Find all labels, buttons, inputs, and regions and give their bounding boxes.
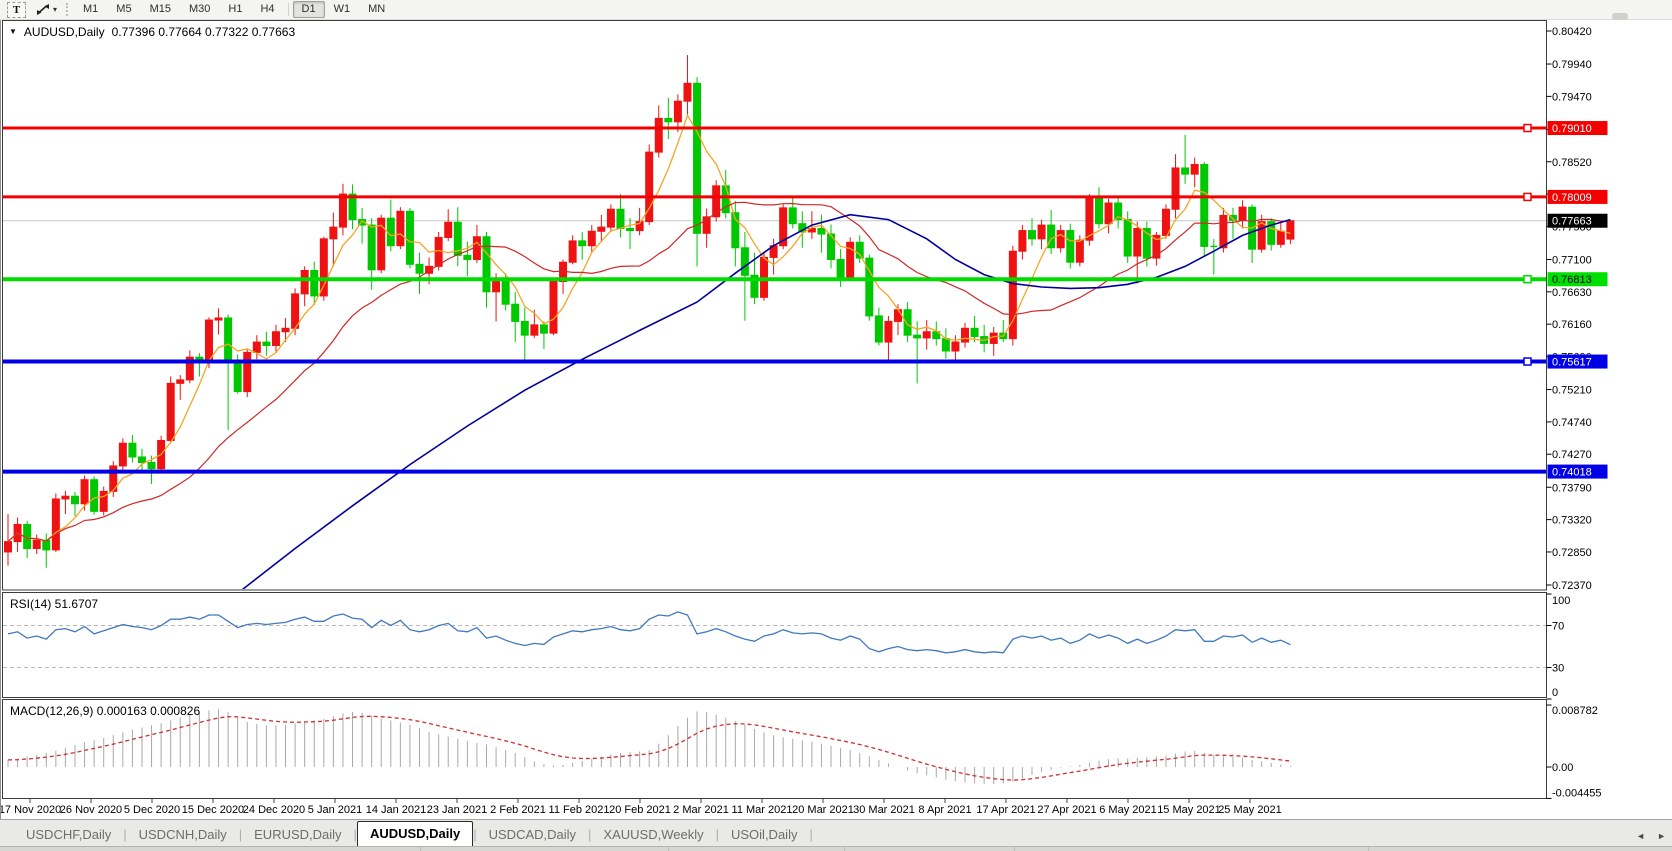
price-line-handle[interactable] bbox=[1523, 192, 1532, 202]
svg-text:20 Feb 2021: 20 Feb 2021 bbox=[609, 804, 671, 816]
svg-text:11 Mar 2021: 11 Mar 2021 bbox=[732, 804, 793, 816]
tab-usdcnh[interactable]: USDCNH,Daily bbox=[127, 823, 239, 847]
timeframe-button-group: M1 M5 M15 M30 H1 H4 D1 W1 MN bbox=[74, 1, 394, 18]
svg-text:0.76160: 0.76160 bbox=[1552, 319, 1592, 331]
chevron-down-icon: ▾ bbox=[53, 5, 58, 14]
timeframe-button-m15[interactable]: M15 bbox=[141, 1, 180, 18]
svg-text:0.73790: 0.73790 bbox=[1552, 482, 1592, 494]
svg-text:15 Dec 2020: 15 Dec 2020 bbox=[182, 804, 244, 816]
chart-title-ohlc: 0.77396 0.77664 0.77322 0.77663 bbox=[111, 25, 296, 39]
svg-text:0.74740: 0.74740 bbox=[1552, 417, 1592, 429]
symbol-tabs: USDCHF,Daily | USDCNH,Daily | EURUSD,Daily | A… bbox=[14, 821, 813, 848]
svg-text:26 Nov 2020: 26 Nov 2020 bbox=[60, 804, 122, 816]
svg-text:20 Mar 2021: 20 Mar 2021 bbox=[792, 804, 854, 816]
svg-text:0.73320: 0.73320 bbox=[1552, 515, 1592, 527]
svg-text:0.79940: 0.79940 bbox=[1552, 59, 1592, 71]
svg-text:11 Feb 2021: 11 Feb 2021 bbox=[549, 804, 610, 816]
svg-text:24 Dec 2020: 24 Dec 2020 bbox=[243, 804, 305, 816]
timeframe-button-m5[interactable]: M5 bbox=[107, 1, 140, 18]
svg-text:0: 0 bbox=[1552, 687, 1558, 699]
price-line-handle[interactable] bbox=[1523, 357, 1532, 366]
timeframe-button-m1[interactable]: M1 bbox=[74, 1, 107, 18]
svg-text:70: 70 bbox=[1552, 621, 1564, 633]
arrange-windows-button[interactable]: ▾ bbox=[36, 3, 57, 16]
chart-title-symbol: AUDUSD,Daily bbox=[23, 25, 105, 39]
svg-text:17 Nov 2020: 17 Nov 2020 bbox=[0, 804, 61, 816]
text-tool-button[interactable]: T bbox=[7, 1, 26, 18]
svg-text:0.75210: 0.75210 bbox=[1552, 385, 1592, 397]
tab-usoil[interactable]: USOil,Daily bbox=[719, 823, 809, 847]
svg-text:5 Jan 2021: 5 Jan 2021 bbox=[308, 804, 362, 816]
svg-text:23 Jan 2021: 23 Jan 2021 bbox=[427, 804, 488, 816]
svg-text:30: 30 bbox=[1552, 663, 1564, 675]
tab-usdchf[interactable]: USDCHF,Daily bbox=[14, 823, 123, 847]
svg-text:25 May 2021: 25 May 2021 bbox=[1218, 804, 1282, 816]
svg-text:0.77663: 0.77663 bbox=[1552, 216, 1592, 228]
svg-text:0.74018: 0.74018 bbox=[1552, 467, 1592, 479]
svg-text:-0.004455: -0.004455 bbox=[1552, 787, 1602, 799]
svg-text:0.79010: 0.79010 bbox=[1552, 123, 1592, 135]
timeframe-button-mn[interactable]: MN bbox=[359, 1, 394, 18]
svg-text:2 Mar 2021: 2 Mar 2021 bbox=[673, 804, 729, 816]
svg-text:0.75617: 0.75617 bbox=[1552, 357, 1592, 369]
svg-text:0.76630: 0.76630 bbox=[1552, 287, 1592, 299]
chart-canvas[interactable]: 0.804200.799400.794700.789900.785200.780… bbox=[0, 0, 1672, 819]
pane-frames bbox=[2, 20, 1547, 799]
tab-xauusd[interactable]: XAUUSD,Weekly bbox=[591, 823, 715, 847]
collapse-triangle-icon[interactable]: ▼ bbox=[9, 27, 17, 36]
chart-title: ▼ AUDUSD,Daily 0.77396 0.77664 0.77322 0… bbox=[9, 25, 295, 39]
svg-text:30 Mar 2021: 30 Mar 2021 bbox=[853, 804, 915, 816]
svg-text:0.72370: 0.72370 bbox=[1552, 580, 1592, 592]
svg-text:100: 100 bbox=[1552, 595, 1570, 607]
timeframe-button-d1[interactable]: D1 bbox=[292, 1, 325, 18]
svg-text:0.80420: 0.80420 bbox=[1552, 26, 1592, 38]
svg-text:0.78520: 0.78520 bbox=[1552, 157, 1592, 169]
svg-text:0.00: 0.00 bbox=[1552, 762, 1573, 774]
svg-text:6 May 2021: 6 May 2021 bbox=[1099, 804, 1156, 816]
svg-text:15 May 2021: 15 May 2021 bbox=[1157, 804, 1221, 816]
window-left-border bbox=[0, 19, 1, 846]
svg-text:17 Apr 2021: 17 Apr 2021 bbox=[976, 804, 1035, 816]
arrange-icon bbox=[37, 4, 49, 15]
price-axis[interactable]: 0.804200.799400.794700.789900.785200.780… bbox=[1546, 26, 1608, 592]
date-axis[interactable]: 17 Nov 202026 Nov 2020 5 Dec 2020 15 Dec 2… bbox=[0, 799, 1282, 816]
svg-text:14 Jan 2021: 14 Jan 2021 bbox=[366, 804, 427, 816]
toolbar-grip bbox=[66, 3, 69, 16]
rsi-indicator-label: RSI(14) 51.6707 bbox=[10, 597, 99, 611]
svg-text:0.77100: 0.77100 bbox=[1552, 254, 1592, 266]
tab-separator: | bbox=[809, 827, 813, 842]
tab-usdcad[interactable]: USDCAD,Daily bbox=[477, 823, 588, 847]
svg-text:0.74270: 0.74270 bbox=[1552, 449, 1592, 461]
price-line-handle[interactable] bbox=[1523, 123, 1532, 133]
macd-indicator-label: MACD(12,26,9) 0.000163 0.000826 bbox=[10, 704, 201, 718]
svg-text:8 Apr 2021: 8 Apr 2021 bbox=[918, 804, 971, 816]
timeframe-button-m30[interactable]: M30 bbox=[180, 1, 219, 18]
svg-text:5 Dec 2020: 5 Dec 2020 bbox=[124, 804, 180, 816]
status-bar bbox=[0, 846, 1672, 851]
price-line-handle[interactable] bbox=[1523, 274, 1532, 284]
tab-audusd[interactable]: AUDUSD,Daily bbox=[356, 821, 474, 848]
timeframe-button-h4[interactable]: H4 bbox=[251, 1, 283, 18]
trading-app-window: T ▾ M1 M5 M15 M30 H1 H4 D1 W1 MN ▼ AUDUSD,Daily … bbox=[0, 0, 1672, 851]
svg-text:0.72850: 0.72850 bbox=[1552, 547, 1592, 559]
svg-text:0.79470: 0.79470 bbox=[1552, 91, 1592, 103]
tabs-scroll-left-button[interactable]: ◄ bbox=[1636, 831, 1645, 841]
toolbar: T ▾ M1 M5 M15 M30 H1 H4 D1 W1 MN bbox=[0, 0, 1672, 20]
tab-eurusd[interactable]: EURUSD,Daily bbox=[242, 823, 353, 847]
tabs-scroll-right-button[interactable]: ► bbox=[1657, 831, 1666, 841]
toolbar-sliver bbox=[1612, 13, 1628, 20]
svg-text:2 Feb 2021: 2 Feb 2021 bbox=[490, 804, 546, 816]
symbol-tabbar: USDCHF,Daily | USDCNH,Daily | EURUSD,Daily | A… bbox=[0, 819, 1672, 848]
timeframe-button-w1[interactable]: W1 bbox=[325, 1, 360, 18]
svg-text:0.76813: 0.76813 bbox=[1552, 274, 1592, 286]
svg-text:0.78009: 0.78009 bbox=[1552, 192, 1592, 204]
svg-text:0.008782: 0.008782 bbox=[1552, 705, 1598, 717]
svg-text:27 Apr 2021: 27 Apr 2021 bbox=[1037, 804, 1096, 816]
timeframe-button-h1[interactable]: H1 bbox=[219, 1, 251, 18]
